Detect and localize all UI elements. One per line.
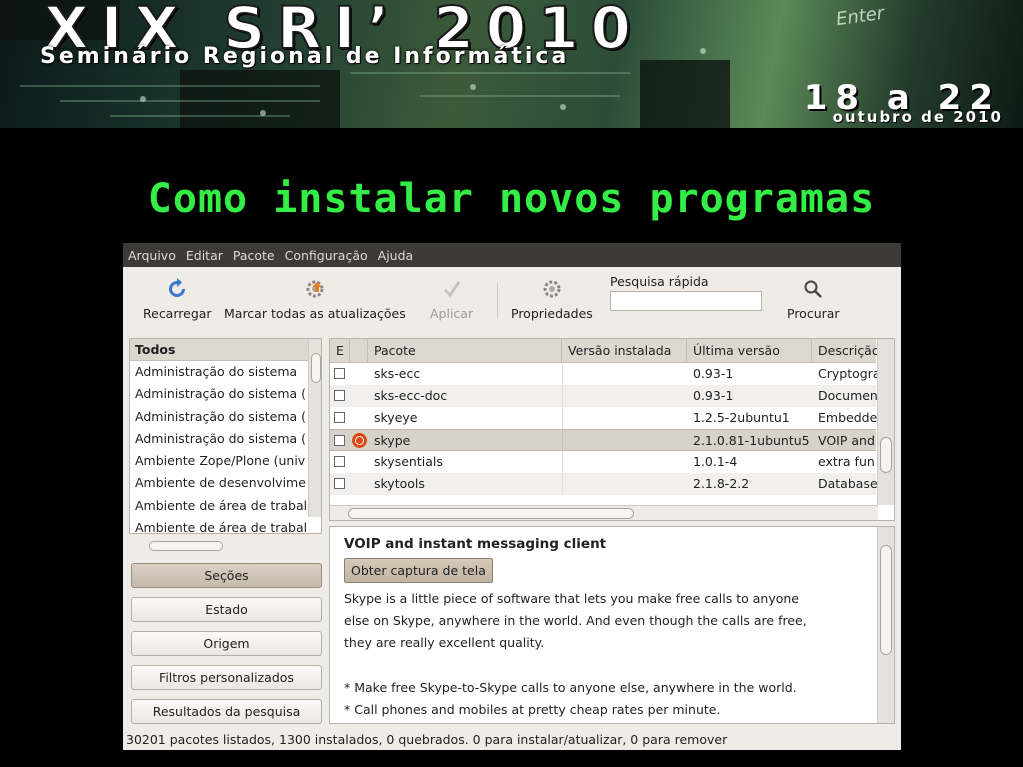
category-item[interactable]: Administração do sistema ( <box>130 383 321 405</box>
category-header[interactable]: Todos <box>130 339 321 361</box>
checkmark-icon <box>441 278 463 300</box>
gear-upgrade-icon <box>304 278 326 300</box>
package-checkbox[interactable] <box>334 456 345 467</box>
reload-button[interactable]: Recarregar <box>143 267 212 329</box>
category-item[interactable]: Ambiente de área de trabal <box>130 495 321 517</box>
quick-search-input[interactable] <box>610 291 762 311</box>
package-manager-window: Arquivo Editar Pacote Configuração Ajuda… <box>123 243 901 750</box>
enter-key-label: Enter <box>834 2 886 31</box>
scroll-thumb[interactable] <box>880 437 892 473</box>
column-latest-version[interactable]: Última versão <box>687 339 812 362</box>
package-checkbox[interactable] <box>334 478 345 489</box>
package-description-panel: VOIP and instant messaging client Obter … <box>329 526 895 724</box>
category-item[interactable]: Administração do sistema <box>130 361 321 383</box>
table-row[interactable]: sks-ecc 0.93-1 Cryptography <box>330 363 878 385</box>
package-description-title: VOIP and instant messaging client <box>344 536 607 552</box>
package-vscrollbar[interactable] <box>877 339 894 505</box>
column-package[interactable]: Pacote <box>368 339 562 362</box>
column-description[interactable]: Descrição <box>812 339 878 362</box>
banner-subtitle: Seminário Regional de Informática <box>40 44 570 69</box>
category-item[interactable]: Administração do sistema ( <box>130 428 321 450</box>
package-checkbox[interactable] <box>334 435 345 446</box>
description-vscrollbar[interactable] <box>877 527 894 723</box>
scroll-thumb[interactable] <box>311 353 321 383</box>
scroll-thumb[interactable] <box>348 508 634 519</box>
banner-month: outubro de 2010 <box>832 108 1003 126</box>
description-line: Skype is a little piece of software that… <box>344 591 799 606</box>
gear-icon <box>541 278 563 300</box>
table-row[interactable]: skytools 2.1.8-2.2 Database <box>330 473 878 495</box>
column-status[interactable]: E <box>330 339 350 362</box>
toolbar: Recarregar Marcar todas as atualizações … <box>123 267 901 329</box>
table-row[interactable]: skysentials 1.0.1-4 extra fun <box>330 451 876 473</box>
menu-ajuda[interactable]: Ajuda <box>373 248 419 263</box>
scroll-thumb[interactable] <box>149 541 223 551</box>
menu-pacote[interactable]: Pacote <box>228 248 280 263</box>
category-item[interactable]: Administração do sistema ( <box>130 406 321 428</box>
table-row[interactable]: skyeye 1.2.5-2ubuntu1 Embedded <box>330 407 878 429</box>
custom-filters-button[interactable]: Filtros personalizados <box>131 665 322 690</box>
status-bar: 30201 pacotes listados, 1300 instalados,… <box>123 730 901 750</box>
category-item[interactable]: Ambiente de desenvolvime <box>130 472 321 494</box>
event-banner: Enter XIX SRI’ 2010 Seminário Regional d… <box>0 0 1023 128</box>
package-checkbox[interactable] <box>334 368 345 379</box>
reload-icon <box>166 278 188 300</box>
package-checkbox[interactable] <box>334 412 345 423</box>
search-icon <box>802 278 824 300</box>
filter-origin-button[interactable]: Origem <box>131 631 322 656</box>
slide-heading: Como instalar novos programas <box>147 176 876 222</box>
menu-configuracao[interactable]: Configuração <box>280 248 373 263</box>
apply-button[interactable]: Aplicar <box>430 267 473 329</box>
toolbar-separator <box>497 283 498 319</box>
filter-sections-button[interactable]: Seções <box>131 563 322 588</box>
column-installed-version[interactable]: Versão instalada <box>562 339 687 362</box>
quick-search-label: Pesquisa rápida <box>610 274 709 289</box>
category-item[interactable]: Ambiente de área de trabal <box>130 517 321 533</box>
description-line: they are really excellent quality. <box>344 635 545 650</box>
get-screenshot-button[interactable]: Obter captura de tela <box>344 558 493 583</box>
filter-status-button[interactable]: Estado <box>131 597 322 622</box>
package-checkbox[interactable] <box>334 390 345 401</box>
package-hscrollbar[interactable] <box>330 505 878 520</box>
menu-editar[interactable]: Editar <box>181 248 228 263</box>
category-item[interactable]: Ambiente Zope/Plone (univ <box>130 450 321 472</box>
package-table-header: E Pacote Versão instalada Última versão … <box>330 339 878 363</box>
description-line: * Call phones and mobiles at pretty chea… <box>344 702 721 717</box>
table-row-selected[interactable]: skype 2.1.0.81-1ubuntu5 VOIP and <box>330 429 876 452</box>
category-list: Todos Administração do sistema Administr… <box>129 338 322 534</box>
mark-all-upgrades-button[interactable]: Marcar todas as atualizações <box>224 267 406 329</box>
package-table: E Pacote Versão instalada Última versão … <box>329 338 895 521</box>
menu-bar: Arquivo Editar Pacote Configuração Ajuda <box>123 243 901 267</box>
category-hscrollbar[interactable] <box>131 539 309 553</box>
table-row[interactable]: sks-ecc-doc 0.93-1 Documentation <box>330 385 878 407</box>
properties-button[interactable]: Propriedades <box>511 267 593 329</box>
description-line: * Make free Skype-to-Skype calls to anyo… <box>344 680 797 695</box>
search-button[interactable]: Procurar <box>787 267 840 329</box>
scroll-thumb[interactable] <box>880 545 892 655</box>
description-line: else on Skype, anywhere in the world. An… <box>344 613 807 628</box>
column-support[interactable] <box>350 339 368 362</box>
category-vscrollbar[interactable] <box>308 339 321 517</box>
ubuntu-support-icon <box>352 433 367 448</box>
menu-arquivo[interactable]: Arquivo <box>123 248 181 263</box>
search-results-button[interactable]: Resultados da pesquisa <box>131 699 322 724</box>
